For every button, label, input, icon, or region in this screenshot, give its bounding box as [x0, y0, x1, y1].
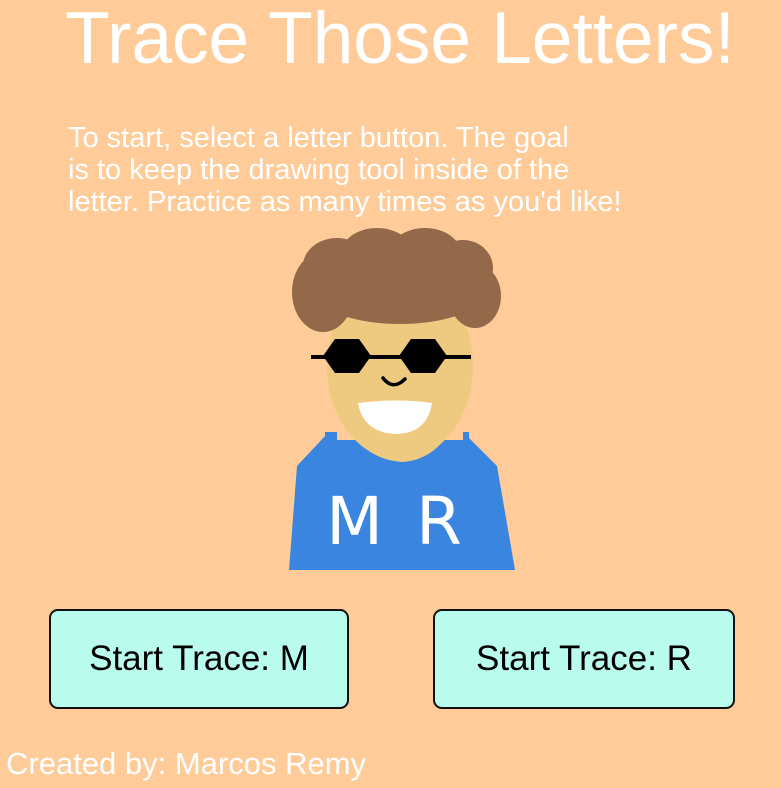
- page-title: Trace Those Letters!: [65, 0, 735, 79]
- credit-text: Created by: Marcos Remy: [6, 746, 367, 781]
- instructions-line-1: To start, select a letter button. The go…: [68, 122, 569, 154]
- start-trace-m-button[interactable]: Start Trace: M: [49, 609, 349, 709]
- avatar-character: M R: [289, 228, 515, 570]
- start-trace-r-button[interactable]: Start Trace: R: [433, 609, 735, 709]
- instructions-line-3: letter. Practice as many times as you'd …: [68, 186, 622, 218]
- avatar-hair: [292, 228, 501, 332]
- instructions-line-2: is to keep the drawing tool inside of th…: [68, 154, 570, 186]
- instructions-text: To start, select a letter button. The go…: [68, 122, 758, 218]
- avatar-shirt-text: M R: [326, 483, 468, 560]
